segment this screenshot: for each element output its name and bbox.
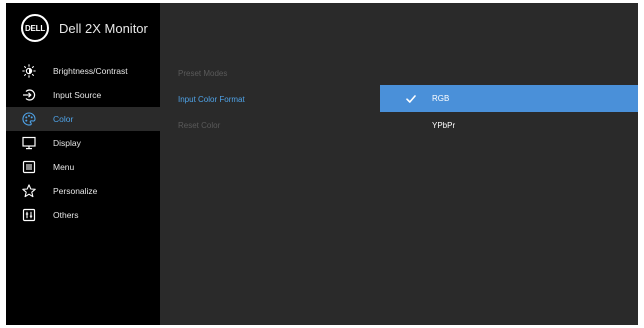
- menu-item-color[interactable]: Color: [6, 107, 160, 131]
- submenu-item-preset-modes[interactable]: Preset Modes: [178, 66, 245, 92]
- menu-item-display[interactable]: Display: [6, 131, 160, 155]
- menu-item-label: Menu: [53, 162, 75, 172]
- menu-item-label: Others: [53, 210, 79, 220]
- menu-item-label: Display: [53, 138, 81, 148]
- main-menu: Brightness/Contrast Input Source Color D…: [6, 59, 160, 227]
- menu-icon: [22, 160, 36, 174]
- menu-item-personalize[interactable]: Personalize: [6, 179, 160, 203]
- option-label: RGB: [432, 94, 450, 103]
- menu-item-label: Color: [53, 114, 74, 124]
- options-list: RGB YPbPr: [380, 85, 638, 139]
- input-source-icon: [22, 88, 36, 102]
- checkmark-icon: [406, 94, 416, 103]
- menu-item-label: Personalize: [53, 186, 98, 196]
- option-rgb[interactable]: RGB: [380, 85, 638, 112]
- star-icon: [22, 184, 36, 198]
- sidebar: DELL Dell 2X Monitor Brightness/Contrast…: [6, 3, 160, 325]
- monitor-title: Dell 2X Monitor: [59, 20, 148, 36]
- submenu: Preset Modes Input Color Format Reset Co…: [178, 66, 245, 144]
- others-icon: [22, 208, 36, 222]
- display-icon: [22, 136, 36, 150]
- submenu-item-input-color-format[interactable]: Input Color Format: [178, 92, 245, 118]
- brightness-icon: [22, 64, 36, 78]
- menu-item-label: Input Source: [53, 90, 102, 100]
- option-ypbpr[interactable]: YPbPr: [380, 112, 638, 139]
- menu-item-input-source[interactable]: Input Source: [6, 83, 160, 107]
- dell-logo: DELL: [21, 14, 49, 42]
- option-label: YPbPr: [432, 121, 456, 130]
- menu-item-others[interactable]: Others: [6, 203, 160, 227]
- menu-item-menu[interactable]: Menu: [6, 155, 160, 179]
- submenu-item-reset-color[interactable]: Reset Color: [178, 118, 245, 144]
- monitor-osd: DELL Dell 2X Monitor Brightness/Contrast…: [6, 3, 638, 325]
- color-palette-icon: [22, 112, 36, 126]
- brand-header: DELL Dell 2X Monitor: [6, 3, 160, 53]
- menu-item-label: Brightness/Contrast: [53, 66, 128, 76]
- content-panel: Preset Modes Input Color Format Reset Co…: [160, 3, 638, 325]
- menu-item-brightness-contrast[interactable]: Brightness/Contrast: [6, 59, 160, 83]
